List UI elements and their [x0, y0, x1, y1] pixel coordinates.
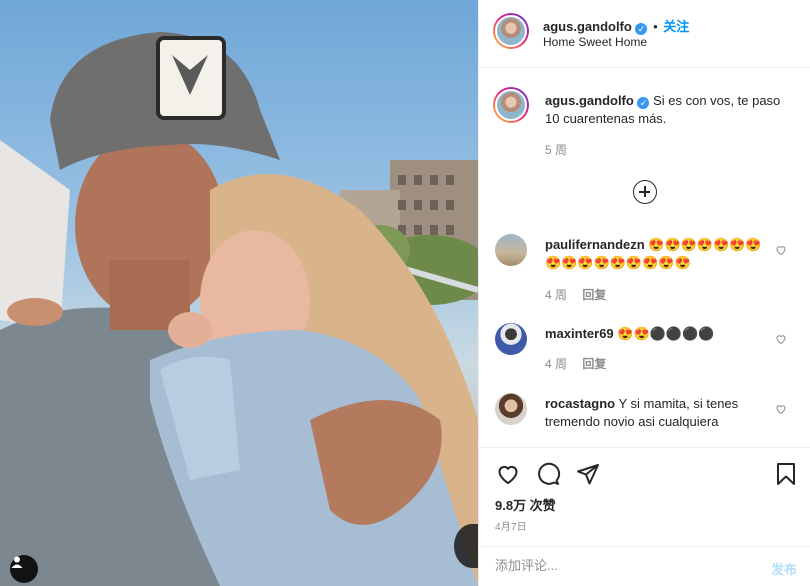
post-comment-button[interactable]: 发布: [771, 559, 797, 578]
comment-time[interactable]: 4 周: [545, 357, 567, 371]
heart-icon[interactable]: [495, 462, 521, 486]
user-tag-icon[interactable]: [10, 555, 38, 583]
follow-button[interactable]: 关注: [663, 19, 689, 34]
comment-username[interactable]: paulifernandezn: [545, 237, 645, 252]
header-separator: •: [653, 19, 658, 34]
reply-button[interactable]: 回复: [582, 288, 606, 302]
comment-like-heart-icon[interactable]: [775, 244, 787, 256]
post-header: agus.gandolfo ✓ • 关注 Home Sweet Home: [479, 0, 810, 68]
post-date[interactable]: 4月7日: [495, 518, 527, 533]
comment-input[interactable]: [495, 558, 745, 573]
commenter-avatar[interactable]: [495, 234, 527, 266]
add-comment-bar: 发布: [479, 546, 810, 586]
comment-like-heart-icon[interactable]: [775, 333, 787, 345]
post-sidebar: agus.gandolfo ✓ • 关注 Home Sweet Home agu…: [478, 0, 810, 586]
post-location[interactable]: Home Sweet Home: [543, 35, 647, 49]
bookmark-icon[interactable]: [775, 462, 797, 486]
caption: agus.gandolfo ✓ Si es con vos, te paso 1…: [545, 92, 785, 128]
author-avatar[interactable]: [493, 13, 529, 49]
comment-icon[interactable]: [535, 462, 561, 486]
verified-badge-icon: ✓: [637, 97, 650, 109]
plus-circle-icon[interactable]: [633, 180, 657, 204]
comment-time[interactable]: 4 周: [545, 288, 567, 302]
caption-username[interactable]: agus.gandolfo: [545, 93, 634, 108]
commenter-avatar[interactable]: [495, 323, 527, 355]
author-username[interactable]: agus.gandolfo: [543, 19, 632, 34]
like-count[interactable]: 9.8万 次赞: [495, 495, 556, 514]
verified-badge-icon: ✓: [635, 23, 648, 35]
comment-username[interactable]: rocastagno: [545, 396, 615, 411]
post-photo[interactable]: [0, 0, 478, 586]
caption-avatar[interactable]: [493, 87, 529, 123]
caption-time[interactable]: 5 周: [545, 141, 567, 158]
comment-like-heart-icon[interactable]: [775, 403, 787, 415]
comment-username[interactable]: maxinter69: [545, 326, 614, 341]
commenter-avatar[interactable]: [495, 393, 527, 425]
reply-button[interactable]: 回复: [582, 357, 606, 371]
share-icon[interactable]: [575, 462, 601, 486]
photo-illustration: [0, 32, 478, 586]
comment-text: 😍😍⚫⚫⚫⚫: [617, 326, 715, 341]
